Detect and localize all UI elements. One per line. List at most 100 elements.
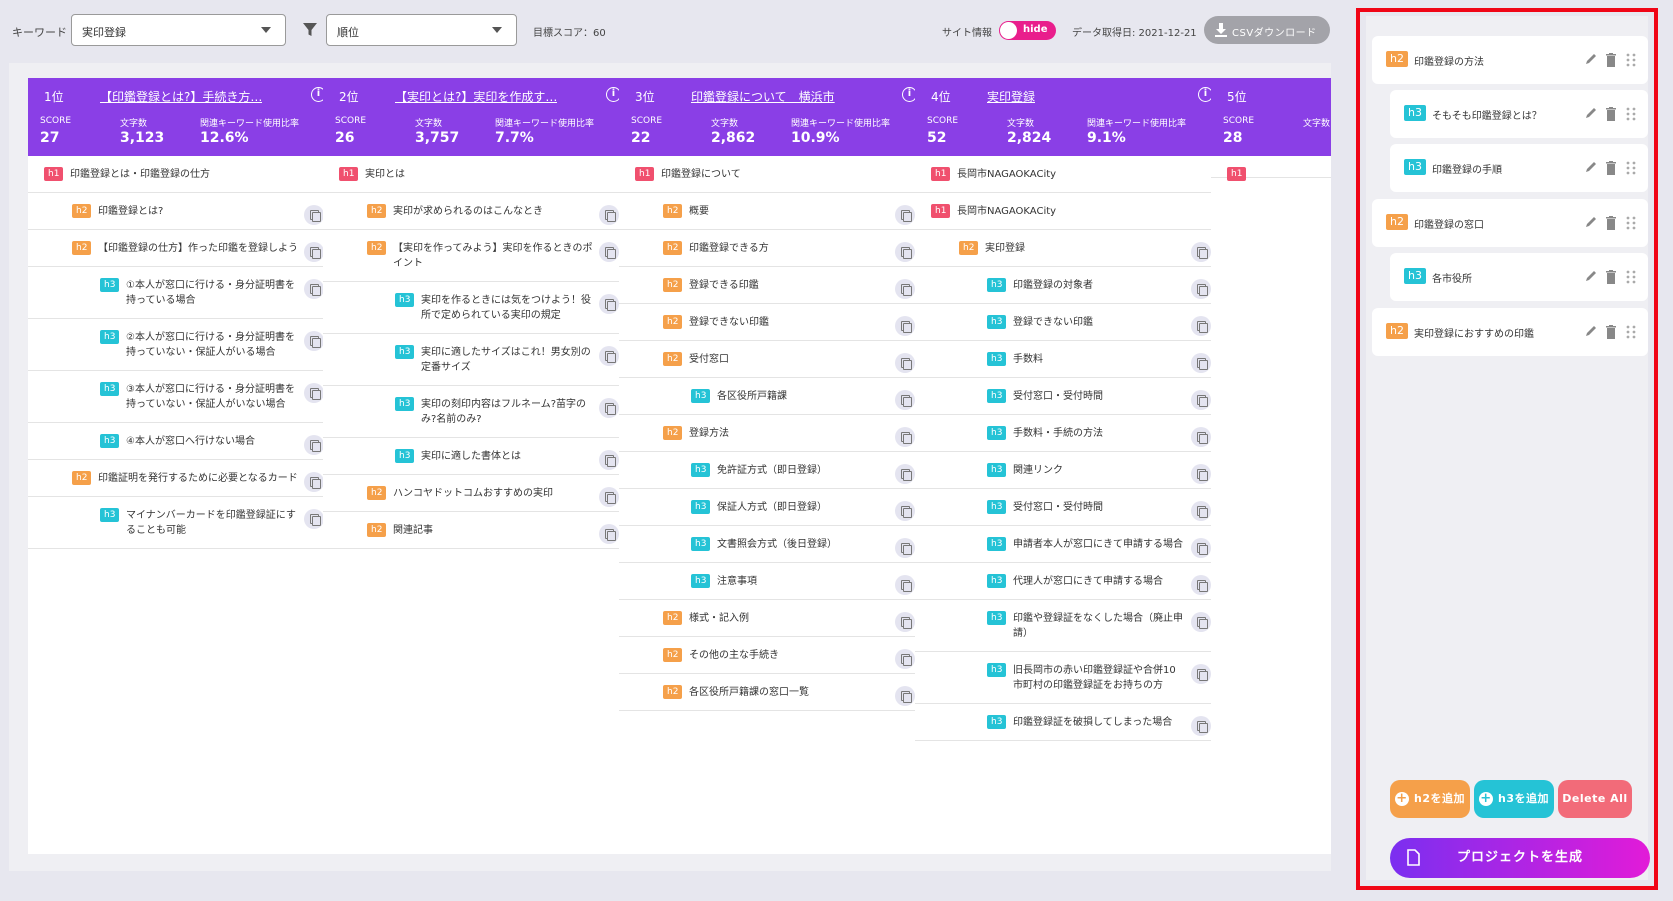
delete-icon[interactable] [1604, 215, 1618, 231]
copy-icon[interactable] [599, 294, 619, 314]
copy-icon[interactable] [895, 353, 915, 373]
column-title-link[interactable]: 実印登録 [987, 88, 1035, 105]
outline-item[interactable]: h3 そもそも印鑑登録とは？ [1390, 90, 1648, 138]
copy-icon[interactable] [1191, 575, 1211, 595]
copy-icon[interactable] [304, 331, 324, 351]
copy-icon[interactable] [895, 612, 915, 632]
generate-project-button[interactable]: プロジェクトを生成 [1390, 838, 1650, 878]
heading-row: h3 申請者本人が窓口にきて申請する場合 [915, 526, 1225, 563]
competitor-column: 2位 【実印とは?】実印を作成す… i SCORE 26 文字数 3,757 関連キーワード使… [323, 78, 633, 854]
copy-icon[interactable] [1191, 316, 1211, 336]
edit-icon[interactable] [1584, 215, 1598, 231]
copy-icon[interactable] [895, 575, 915, 595]
edit-icon[interactable] [1584, 324, 1598, 340]
drag-handle-icon[interactable] [1624, 215, 1638, 231]
sort-select[interactable]: 順位 [326, 14, 517, 46]
copy-icon[interactable] [895, 649, 915, 669]
copy-icon[interactable] [599, 487, 619, 507]
copy-icon[interactable] [895, 279, 915, 299]
copy-icon[interactable] [1191, 390, 1211, 410]
copy-icon[interactable] [1191, 664, 1211, 684]
column-title-link[interactable]: 【実印とは?】実印を作成す… [395, 88, 557, 105]
heading-level-badge: h3 [100, 434, 120, 448]
copy-icon[interactable] [599, 398, 619, 418]
heading-text: 登録できる印鑑 [689, 280, 759, 291]
delete-all-button[interactable]: Delete All [1558, 780, 1632, 818]
drag-handle-icon[interactable] [1624, 269, 1638, 285]
outline-item[interactable]: h3 各市役所 [1390, 253, 1648, 301]
copy-icon[interactable] [304, 472, 324, 492]
copy-icon[interactable] [895, 686, 915, 706]
site-info-toggle[interactable]: hide [999, 21, 1056, 40]
copy-icon[interactable] [599, 450, 619, 470]
copy-icon[interactable] [304, 279, 324, 299]
outline-item[interactable]: h2 実印登録におすすめの印鑑 [1372, 308, 1648, 356]
outline-item[interactable]: h2 印鑑登録の窓口 [1372, 199, 1648, 247]
copy-icon[interactable] [1191, 538, 1211, 558]
copy-icon[interactable] [599, 205, 619, 225]
copy-icon[interactable] [895, 390, 915, 410]
heading-level-badge: h1 [339, 167, 359, 181]
delete-icon[interactable] [1604, 106, 1618, 122]
copy-icon[interactable] [1191, 716, 1211, 736]
csv-download-button[interactable]: CSVダウンロード [1204, 16, 1330, 44]
drag-handle-icon[interactable] [1624, 324, 1638, 340]
copy-icon[interactable] [895, 501, 915, 521]
outline-item[interactable]: h3 印鑑登録の手順 [1390, 144, 1648, 192]
outline-item[interactable]: h2 印鑑登録の方法 [1372, 36, 1648, 84]
copy-icon[interactable] [304, 205, 324, 225]
competitor-board[interactable]: 1位 【印鑑登録とは?】手続き方… i SCORE 27 文字数 3,123 関連キーワード使… [9, 63, 1331, 871]
metric-value-chars: 3,757 [415, 130, 460, 146]
edit-icon[interactable] [1584, 160, 1598, 176]
edit-icon[interactable] [1584, 106, 1598, 122]
column-title-link[interactable]: 印鑑登録について 横浜市 [691, 88, 835, 105]
heading-text: 免許証方式（即日登録） [717, 465, 827, 476]
copy-icon[interactable] [1191, 464, 1211, 484]
heading-row: h3 登録できない印鑑 [915, 304, 1225, 341]
copy-icon[interactable] [599, 524, 619, 544]
add-h3-button[interactable]: + h3を追加 [1474, 780, 1554, 818]
copy-icon[interactable] [304, 242, 324, 262]
heading-text: 概要 [689, 206, 709, 217]
drag-handle-icon[interactable] [1624, 106, 1638, 122]
heading-text: 文書照会方式（後日登録） [717, 539, 837, 550]
copy-icon[interactable] [1191, 427, 1211, 447]
copy-icon[interactable] [304, 509, 324, 529]
copy-icon[interactable] [1191, 612, 1211, 632]
filter-icon[interactable] [302, 22, 318, 38]
edit-icon[interactable] [1584, 269, 1598, 285]
copy-icon[interactable] [1191, 353, 1211, 373]
edit-icon[interactable] [1584, 52, 1598, 68]
delete-icon[interactable] [1604, 269, 1618, 285]
copy-icon[interactable] [895, 316, 915, 336]
copy-icon[interactable] [599, 242, 619, 262]
download-icon [1215, 23, 1227, 37]
heading-level-badge: h2 [959, 241, 979, 255]
metric-value-score: 27 [40, 130, 60, 146]
copy-icon[interactable] [895, 427, 915, 447]
drag-handle-icon[interactable] [1624, 52, 1638, 68]
heading-text: 登録できない印鑑 [1013, 317, 1093, 328]
copy-icon[interactable] [1191, 279, 1211, 299]
copy-icon[interactable] [304, 435, 324, 455]
column-rank: 3位 [635, 90, 655, 104]
copy-icon[interactable] [1191, 242, 1211, 262]
heading-row: h3 受付窓口・受付時間 [915, 489, 1225, 526]
copy-icon[interactable] [895, 538, 915, 558]
copy-icon[interactable] [895, 205, 915, 225]
delete-icon[interactable] [1604, 160, 1618, 176]
copy-icon[interactable] [895, 464, 915, 484]
copy-icon[interactable] [895, 242, 915, 262]
metric-label-ratio: 関連キーワード使用比率 [791, 119, 891, 129]
column-title-link[interactable]: 【印鑑登録とは?】手続き方… [100, 88, 262, 105]
delete-icon[interactable] [1604, 324, 1618, 340]
drag-handle-icon[interactable] [1624, 160, 1638, 176]
delete-icon[interactable] [1604, 52, 1618, 68]
chevron-down-icon [492, 27, 502, 33]
copy-icon[interactable] [1191, 501, 1211, 521]
copy-icon[interactable] [599, 346, 619, 366]
heading-level-badge: h3 [987, 315, 1007, 329]
copy-icon[interactable] [304, 383, 324, 403]
keyword-select[interactable]: 実印登録 [71, 14, 286, 46]
add-h2-button[interactable]: + h2を追加 [1390, 780, 1470, 818]
